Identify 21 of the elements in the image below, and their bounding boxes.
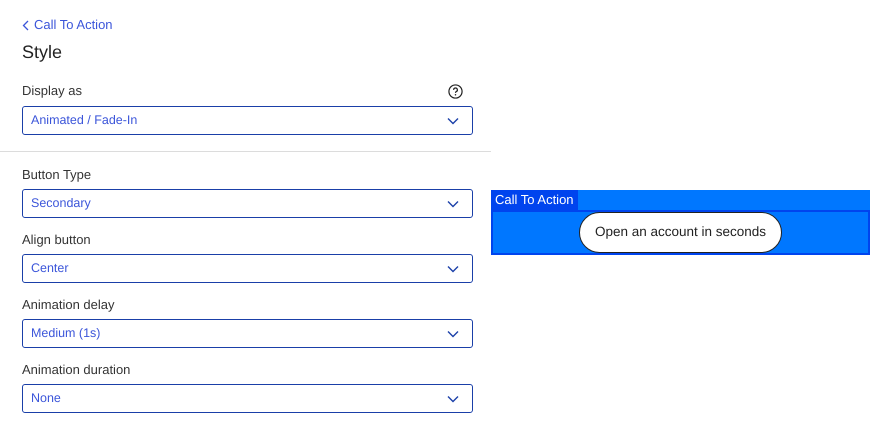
field-label: Button Type (22, 166, 92, 184)
chevron-down-icon (447, 116, 459, 124)
dropdown-select[interactable]: Center (22, 254, 473, 283)
chevron-down-icon (447, 394, 459, 402)
help-icon[interactable] (448, 84, 463, 98)
field-label: Display as (22, 82, 82, 100)
dropdown-select[interactable]: Secondary (22, 189, 473, 218)
chevron-left-icon (22, 20, 29, 30)
field-label: Animation delay (22, 296, 116, 314)
dropdown-select[interactable]: Animated / Fade-In (22, 106, 473, 135)
back-link[interactable]: Call To Action (22, 16, 469, 34)
field-label: Align button (22, 231, 92, 249)
preview-tag: Call To Action (491, 190, 578, 210)
field-label: Animation duration (22, 361, 132, 379)
section-title: Style (22, 41, 64, 64)
chevron-down-icon (447, 330, 459, 338)
chevron-down-icon (447, 264, 459, 272)
chevron-down-icon (447, 200, 459, 208)
dropdown-select[interactable]: None (22, 384, 473, 413)
cta-button[interactable]: Open an account in seconds (578, 212, 782, 253)
dropdown-select[interactable]: Medium (1s) (22, 319, 473, 348)
